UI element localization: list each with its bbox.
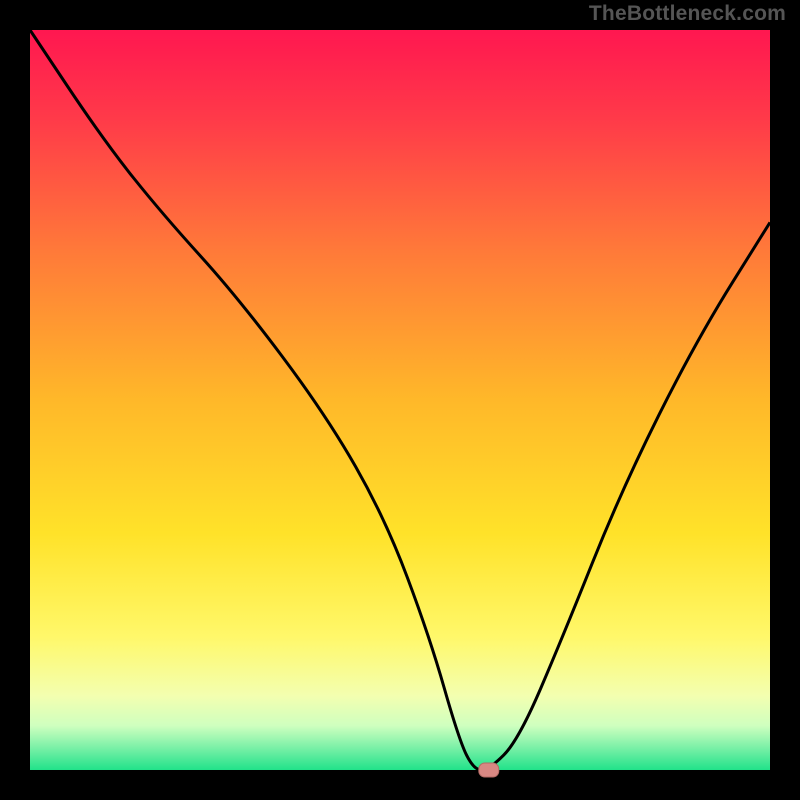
bottleneck-chart [0,0,800,800]
optimal-point-marker [479,763,499,777]
watermark-text: TheBottleneck.com [589,2,786,26]
chart-container: TheBottleneck.com [0,0,800,800]
plot-background [30,30,770,770]
